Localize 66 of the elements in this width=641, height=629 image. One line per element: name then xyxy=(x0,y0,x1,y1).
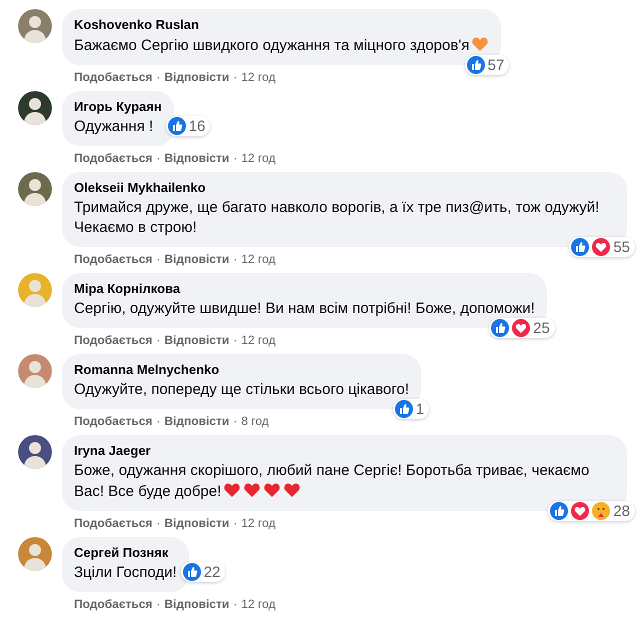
reaction-badge[interactable]: 25 xyxy=(489,318,555,338)
comment-text: Боже, одужання скорішого, любий пане Сергіє! Боротьба триває, чекаємо Вас! Все буде добре! xyxy=(74,461,590,502)
separator-dot: · xyxy=(233,597,238,611)
comment-action-link[interactable]: Подобається xyxy=(74,333,152,347)
comment-time[interactable]: 12 год xyxy=(241,333,276,347)
separator-dot: · xyxy=(233,70,238,84)
reaction-badge[interactable]: 57 xyxy=(464,55,510,75)
separator-dot: · xyxy=(156,414,160,428)
comment-time[interactable]: 8 год xyxy=(241,414,269,428)
author-name: Romanna Melnychenko xyxy=(74,362,220,377)
separator-dot: · xyxy=(156,333,160,347)
separator-dot: · xyxy=(233,252,238,266)
avatar-icon[interactable] xyxy=(18,435,52,469)
separator-dot: · xyxy=(156,70,160,84)
comment-action-link[interactable]: Подобається xyxy=(74,70,152,84)
reaction-badge[interactable]: 22 xyxy=(180,562,226,582)
author-name: Oleksеii Mykhailenko xyxy=(74,180,207,195)
separator-dot: · xyxy=(233,414,238,428)
separator-dot: · xyxy=(233,151,238,165)
reaction-badge[interactable]: 28 xyxy=(548,501,635,521)
comment-action-link[interactable]: Відповісти xyxy=(164,597,230,611)
reaction-badge[interactable]: 16 xyxy=(166,116,210,136)
comment-action-link[interactable]: Подобається xyxy=(74,151,152,165)
comment-text: Бажаємо Сергію швидкого одужання та міцного здоров'я xyxy=(74,35,490,56)
comment-action-link[interactable]: Відповісти xyxy=(164,151,230,165)
reaction-count: 1 xyxy=(416,400,426,418)
author-name: Сергей Позняк xyxy=(74,545,170,560)
separator-dot: · xyxy=(156,252,160,266)
separator-dot: · xyxy=(233,333,238,347)
comment-action-link[interactable]: Відповісти xyxy=(164,333,230,347)
comment-time[interactable]: 12 год xyxy=(241,151,276,165)
comment-action-link[interactable]: Подобається xyxy=(74,252,152,266)
comment-time[interactable]: 12 год xyxy=(241,516,276,530)
separator-dot: · xyxy=(156,597,160,611)
author-name: Koshovenko Ruslan xyxy=(74,17,200,32)
reaction-count: 57 xyxy=(488,56,506,74)
comment-text: Одужання ! xyxy=(74,117,154,137)
reaction-count: 16 xyxy=(188,118,206,134)
separator-dot: · xyxy=(233,516,238,530)
comment-text: Тримайся друже, ще багато навколо ворогів, а їх тре пиз@ить, тож одужуй! Чекаємо в строю! xyxy=(74,198,600,238)
avatar-icon[interactable] xyxy=(18,172,52,206)
separator-dot: · xyxy=(156,516,160,530)
author-name: Iryna Jaeger xyxy=(74,443,152,458)
comment-action-link[interactable]: Відповісти xyxy=(164,516,230,530)
separator-dot: · xyxy=(156,151,160,165)
comment-text: Сергію, одужуйте швидше! Ви нам всім потрібні! Боже, допоможи! xyxy=(74,299,535,319)
comment-text: Зцiли Господи! xyxy=(74,563,177,583)
comment-action-link[interactable]: Подобається xyxy=(74,597,152,611)
comment-time[interactable]: 12 год xyxy=(241,252,276,266)
comment-action-link[interactable]: Подобається xyxy=(74,414,152,428)
comment-time[interactable]: 12 год xyxy=(241,70,276,84)
reaction-badge[interactable]: 1 xyxy=(392,399,430,419)
comment-text: Одужуйте, попереду ще стільки всього цікавого! xyxy=(74,380,410,400)
author-name: Міра Корнілкова xyxy=(74,281,182,296)
comment-action-link[interactable]: Відповісти xyxy=(164,70,230,84)
reaction-badge[interactable]: 55 xyxy=(569,237,635,257)
comment-action-link[interactable]: Відповісти xyxy=(164,252,230,266)
comment-time[interactable]: 12 год xyxy=(241,597,276,611)
reaction-count: 28 xyxy=(613,502,631,520)
comment-action-link[interactable]: Відповісти xyxy=(164,414,230,428)
comment-action-link[interactable]: Подобається xyxy=(74,516,152,530)
author-name: Игорь Кураян xyxy=(74,99,162,114)
reaction-count: 22 xyxy=(204,564,222,580)
avatar-icon[interactable] xyxy=(18,91,52,125)
reaction-count: 25 xyxy=(533,320,551,336)
reaction-count: 55 xyxy=(613,238,631,256)
